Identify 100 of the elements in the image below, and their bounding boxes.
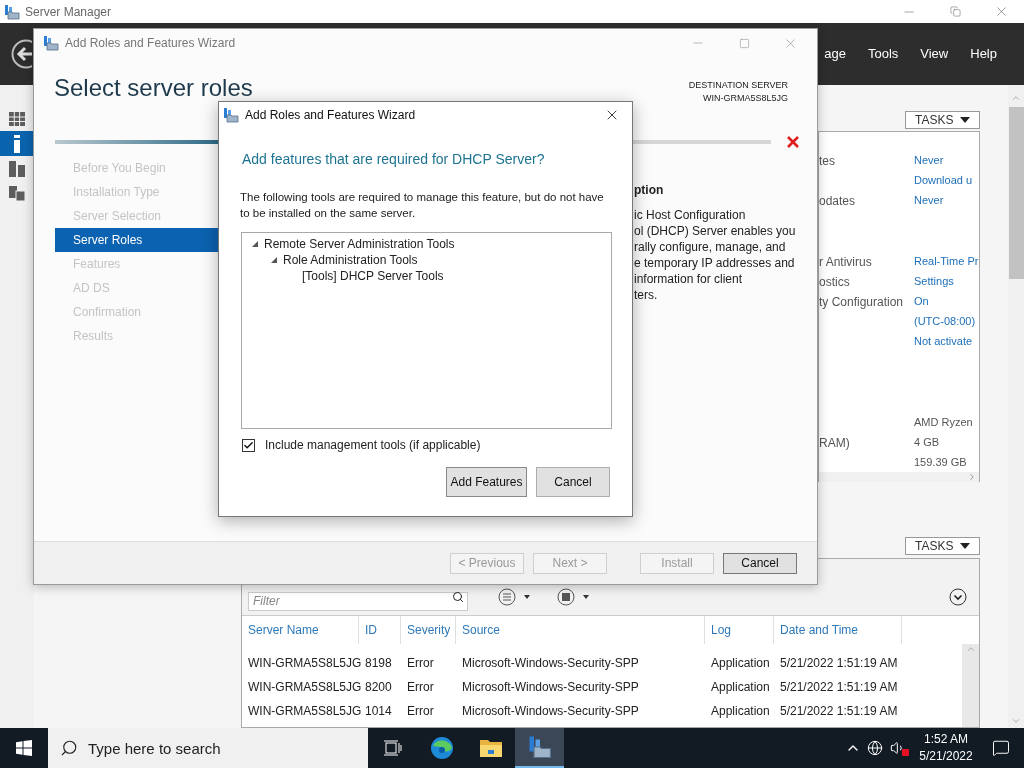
property-link[interactable]: Never — [914, 151, 944, 169]
wizard-step[interactable]: Server Roles — [55, 228, 219, 252]
table-cell: Error — [407, 680, 434, 694]
task-view-icon — [383, 740, 402, 756]
property-link[interactable]: Not activate — [914, 332, 973, 350]
property-value: AMD Ryzen — [914, 414, 973, 430]
folder-icon — [478, 738, 503, 758]
column-header[interactable]: Source — [462, 621, 501, 639]
table-cell: WIN-GRMA5S8L5JG — [248, 704, 362, 718]
vertical-scrollbar[interactable] — [1008, 85, 1024, 728]
app-icon — [223, 107, 239, 123]
table-cell: Error — [407, 656, 434, 670]
volume-muted-icon[interactable] — [890, 740, 906, 756]
expanded-arrow-icon[interactable] — [251, 240, 259, 248]
dashboard-icon[interactable] — [9, 111, 25, 126]
dialog-title: Add Roles and Features Wizard — [245, 107, 416, 124]
table-cell: 5/21/2022 1:51:19 AM — [780, 680, 898, 694]
description-line: ters. — [634, 287, 659, 303]
checkbox[interactable] — [242, 438, 255, 452]
property-link[interactable]: Settings — [914, 272, 954, 290]
nav-item[interactable] — [0, 131, 34, 156]
servers-icon[interactable] — [9, 160, 25, 177]
clock-time[interactable]: 1:52 AM — [924, 731, 968, 748]
error-icon — [787, 136, 799, 148]
table-cell: Error — [407, 704, 434, 718]
table-cell: 8198 — [365, 656, 392, 670]
dialog-heading: Add features that are required for DHCP Server? — [242, 150, 546, 169]
table-cell: Application — [711, 680, 770, 694]
property-link[interactable]: On — [914, 292, 929, 310]
check-icon — [243, 439, 254, 451]
folders-icon[interactable] — [9, 186, 25, 201]
list-options-icon[interactable] — [498, 588, 532, 606]
table-cell: 5/21/2022 1:51:19 AM — [780, 704, 898, 718]
description-line: e temporary IP addresses and — [634, 255, 796, 271]
column-header[interactable]: Server Name — [248, 621, 319, 639]
column-header[interactable]: ID — [365, 621, 377, 639]
expand-icon[interactable] — [949, 588, 967, 606]
wizard-button[interactable]: Cancel — [723, 552, 797, 574]
table-cell: 1014 — [365, 704, 392, 718]
clock-date[interactable]: 5/21/2022 — [919, 748, 973, 765]
horizontal-scrollbar[interactable] — [819, 472, 979, 482]
search-icon[interactable] — [452, 591, 464, 603]
property-value: 4 GB — [914, 434, 940, 450]
property-label: RAM) — [819, 436, 850, 450]
property-label: odates — [819, 194, 856, 208]
dialog-button[interactable]: Add Features — [446, 467, 527, 497]
search-field[interactable]: Type here to search — [48, 728, 368, 768]
description-line: information for client — [634, 271, 744, 287]
checkbox-label[interactable]: Include management tools (if applicable) — [265, 436, 481, 454]
description-line: ol (DHCP) Server enables you — [634, 223, 796, 239]
table-cell: Microsoft-Windows-Security-SPP — [462, 704, 639, 718]
menu-item[interactable]: View — [909, 44, 960, 64]
filter-field[interactable]: Filter — [248, 591, 468, 611]
network-icon[interactable] — [867, 740, 883, 756]
back-button[interactable] — [11, 39, 32, 69]
property-label: r Antivirus — [819, 255, 872, 269]
notifications-icon[interactable] — [992, 739, 1010, 757]
tree-item[interactable]: Role Administration Tools — [283, 251, 418, 269]
tree-item[interactable]: Remote Server Administration Tools — [264, 235, 455, 253]
info-icon[interactable] — [13, 134, 21, 153]
app-icon — [527, 735, 552, 759]
destination-label: DESTINATION SERVER — [688, 79, 788, 92]
table-cell: Application — [711, 656, 770, 670]
expanded-arrow-icon[interactable] — [270, 256, 278, 264]
table-cell: WIN-GRMA5S8L5JG — [248, 656, 362, 670]
tasks-button[interactable]: TASKS — [905, 537, 980, 555]
menu-item[interactable]: age — [824, 44, 857, 64]
property-label: ostics — [819, 275, 850, 289]
app-icon — [43, 35, 59, 51]
tree-item[interactable]: [Tools] DHCP Server Tools — [302, 267, 444, 285]
dropdown-arrow-icon — [960, 117, 970, 123]
window-title: Server Manager — [25, 3, 112, 21]
property-link[interactable]: Never — [914, 191, 944, 209]
description-line: rally configure, manage, and — [634, 239, 787, 255]
description-heading: ption — [634, 182, 665, 198]
save-options-icon[interactable] — [557, 588, 591, 606]
destination-server: WIN-GRMA5S8L5JG — [702, 92, 788, 105]
description-line: ic Host Configuration — [634, 207, 747, 223]
menu-item[interactable]: Help — [959, 44, 1008, 64]
property-value: 159.39 GB — [914, 454, 967, 470]
vertical-scrollbar[interactable] — [962, 644, 979, 727]
browser-icon — [429, 736, 454, 760]
window-title: Add Roles and Features Wizard — [65, 35, 236, 52]
property-link[interactable]: (UTC-08:00) — [914, 312, 976, 330]
windows-icon — [16, 740, 32, 756]
property-link[interactable]: Download u — [914, 171, 973, 189]
property-label: ty Configuration — [819, 295, 904, 309]
menu-item[interactable]: Tools — [856, 44, 910, 64]
column-header[interactable]: Log — [711, 621, 732, 639]
table-cell: 5/21/2022 1:51:19 AM — [780, 656, 898, 670]
table-cell: 8200 — [365, 680, 392, 694]
tasks-button[interactable]: TASKS — [905, 111, 980, 129]
property-label: tes — [819, 154, 835, 168]
dialog-button[interactable]: Cancel — [536, 467, 610, 497]
property-link[interactable]: Real-Time Pr — [914, 252, 979, 270]
app-icon — [4, 3, 20, 20]
scroll-thumb[interactable] — [1008, 107, 1024, 279]
column-header[interactable]: Date and Time — [780, 621, 859, 639]
column-header[interactable]: Severity — [407, 621, 451, 639]
search-icon — [60, 739, 78, 757]
